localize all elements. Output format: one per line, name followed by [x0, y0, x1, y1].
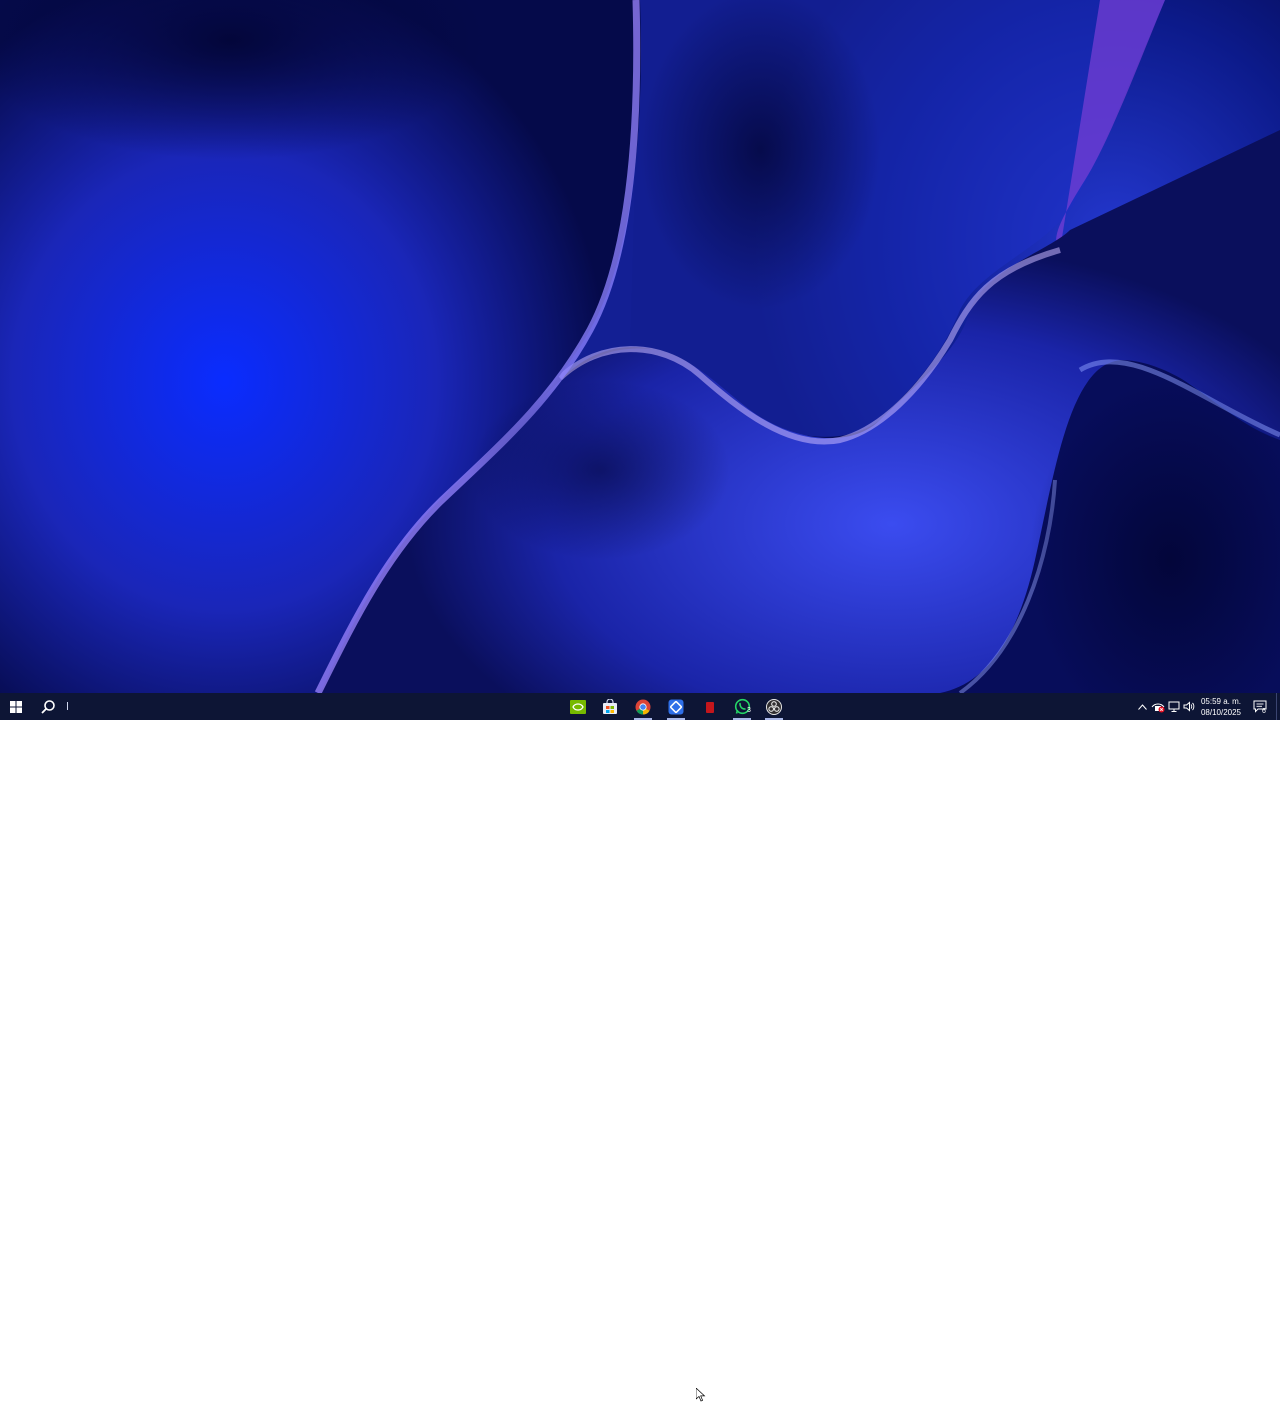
taskbar: 3 05:59 a. m. 08/10/2025 6 [0, 693, 1280, 1402]
app-red-icon[interactable] [693, 693, 725, 720]
search-icon[interactable] [32, 693, 64, 720]
display-icon[interactable] [1167, 693, 1181, 720]
chevron-up-icon[interactable] [1136, 693, 1148, 720]
mouse-cursor [695, 1387, 706, 1406]
whatsapp-icon[interactable]: 3 [726, 693, 758, 720]
app-blue-square-icon[interactable] [660, 693, 692, 720]
show-desktop-button[interactable] [1276, 693, 1280, 720]
wallpaper-graphic [0, 0, 1280, 693]
search-text-caret [67, 702, 68, 710]
clock-date: 08/10/2025 [1200, 707, 1242, 717]
notification-count-badge: 6 [1262, 708, 1266, 715]
whatsapp-badge: 3 [747, 707, 751, 714]
network-alert-icon[interactable] [1150, 693, 1166, 720]
clock-time: 05:59 a. m. [1200, 696, 1242, 706]
obs-studio-icon[interactable] [758, 693, 790, 720]
volume-icon[interactable] [1182, 693, 1196, 720]
desktop-wallpaper [0, 0, 1280, 693]
taskbar-clock[interactable]: 05:59 a. m. 08/10/2025 [1196, 693, 1246, 720]
windows-start-icon[interactable] [0, 693, 32, 720]
microsoft-store-icon[interactable] [594, 693, 626, 720]
notification-center-icon[interactable]: 6 [1250, 693, 1270, 720]
nvidia-icon[interactable] [562, 693, 594, 720]
chrome-icon[interactable] [627, 693, 659, 720]
